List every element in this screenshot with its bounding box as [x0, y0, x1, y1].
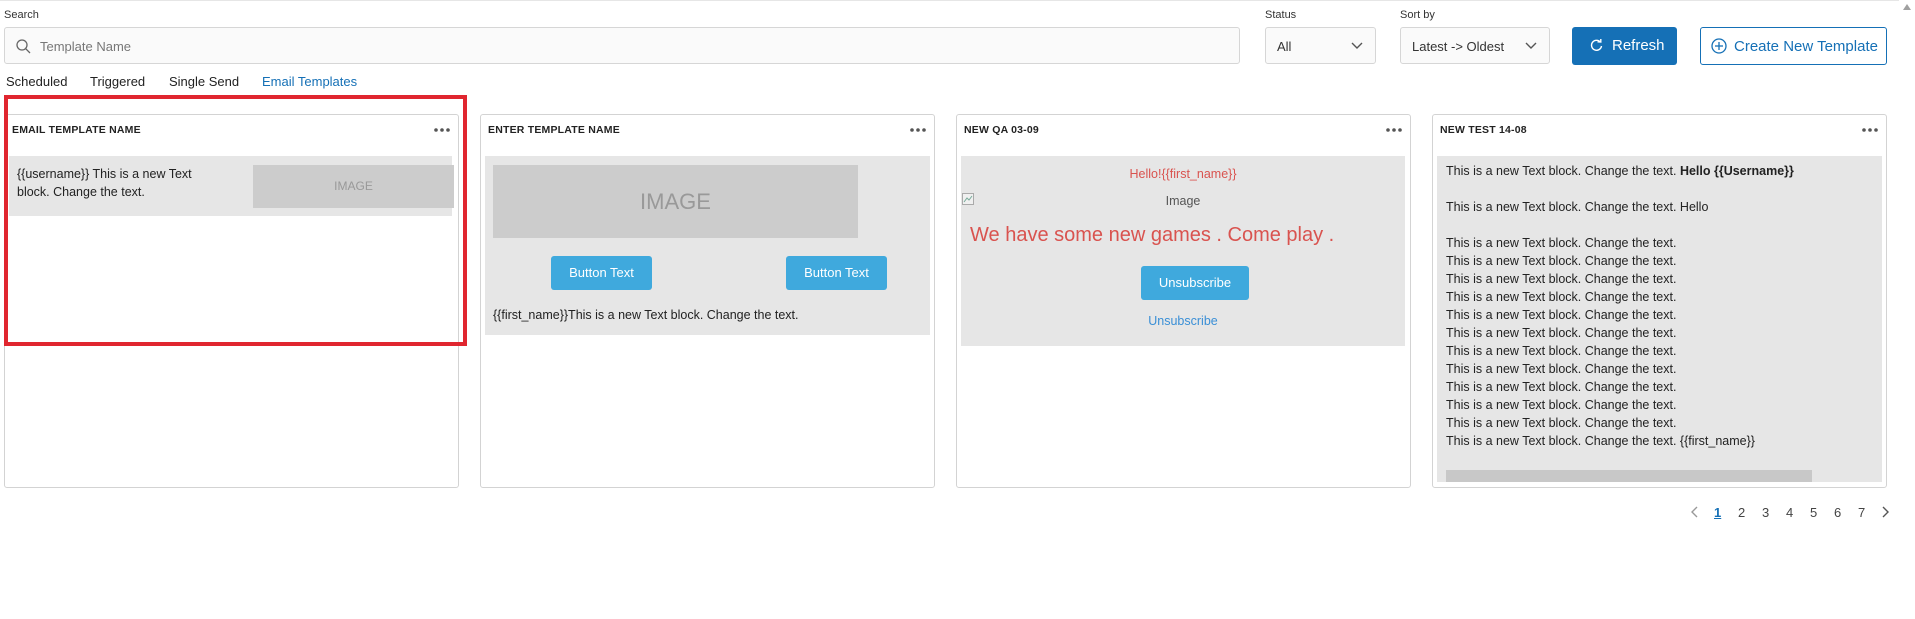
create-template-label: Create New Template — [1734, 38, 1878, 55]
preview-button: Button Text — [551, 256, 652, 290]
template-preview: Hello!{{first_name}} Image We have some … — [961, 156, 1405, 346]
horizontal-scrollbar[interactable] — [1446, 470, 1812, 482]
preview-text-line: This is a new Text block. Change the tex… — [1446, 162, 1794, 180]
selection-highlight — [4, 95, 467, 346]
search-icon — [16, 39, 31, 54]
template-preview: This is a new Text block. Change the tex… — [1437, 156, 1882, 482]
tab-scheduled[interactable]: Scheduled — [6, 74, 67, 89]
tab-single-send[interactable]: Single Send — [169, 74, 239, 89]
preview-text-line: This is a new Text block. Change the tex… — [1446, 236, 1677, 250]
refresh-icon — [1590, 39, 1603, 51]
page-2[interactable]: 2 — [1738, 505, 1745, 520]
template-card[interactable]: NEW QA 03-09 Hello!{{first_name}} Image … — [956, 114, 1411, 488]
search-label: Search — [4, 9, 39, 21]
chevron-left-icon[interactable] — [1690, 506, 1698, 518]
status-label: Status — [1265, 9, 1297, 21]
tab-triggered[interactable]: Triggered — [90, 74, 145, 89]
status-select[interactable]: All — [1265, 27, 1376, 64]
plus-circle-icon — [1711, 38, 1727, 54]
sort-label: Sort by — [1400, 9, 1435, 21]
image-placeholder: IMAGE — [493, 165, 858, 238]
template-card-title: NEW QA 03-09 — [964, 124, 1039, 136]
page-7[interactable]: 7 — [1858, 505, 1865, 520]
preview-text-line: This is a new Text block. Change the tex… — [1446, 380, 1677, 394]
template-preview: IMAGE Button Text Button Text {{first_na… — [485, 156, 930, 335]
page-6[interactable]: 6 — [1834, 505, 1841, 520]
template-card[interactable]: ENTER TEMPLATE NAME IMAGE Button Text Bu… — [480, 114, 935, 488]
preview-text-line: This is a new Text block. Change the tex… — [1446, 434, 1755, 448]
page-3[interactable]: 3 — [1762, 505, 1769, 520]
preview-text-line: This is a new Text block. Change the tex… — [1446, 416, 1677, 430]
preview-text-line: This is a new Text block. Change the tex… — [1446, 290, 1677, 304]
preview-headline: We have some new games . Come play . — [970, 224, 1335, 246]
preview-text-plain: This is a new Text block. Change the tex… — [1446, 164, 1677, 178]
refresh-button[interactable]: Refresh — [1572, 27, 1677, 65]
template-card-title: NEW TEST 14-08 — [1440, 124, 1527, 136]
search-placeholder: Template Name — [40, 39, 132, 54]
chevron-down-icon — [1525, 42, 1537, 49]
scroll-up-arrow-icon[interactable] — [1903, 4, 1911, 10]
page-5[interactable]: 5 — [1810, 505, 1817, 520]
sort-value: Latest -> Oldest — [1412, 39, 1505, 54]
preview-text-line: This is a new Text block. Change the tex… — [1446, 344, 1677, 358]
chevron-right-icon[interactable] — [1882, 506, 1890, 518]
search-input[interactable]: Template Name — [4, 27, 1240, 64]
page-1[interactable]: 1 — [1714, 505, 1721, 520]
page-4[interactable]: 4 — [1786, 505, 1793, 520]
preview-text-bold: Hello {{Username}} — [1679, 164, 1794, 178]
status-value: All — [1277, 39, 1292, 54]
template-card[interactable]: NEW TEST 14-08 This is a new Text block.… — [1432, 114, 1887, 488]
preview-text: {{first_name}}This is a new Text block. … — [493, 308, 799, 322]
preview-link: Unsubscribe — [1148, 314, 1218, 328]
top-divider — [0, 0, 1915, 1]
vertical-scrollbar[interactable] — [1899, 0, 1915, 619]
preview-text-line: This is a new Text block. Change the tex… — [1446, 308, 1677, 322]
more-options-icon[interactable] — [910, 128, 926, 132]
template-card-title: ENTER TEMPLATE NAME — [488, 124, 620, 136]
preview-text-line: This is a new Text block. Change the tex… — [1446, 254, 1677, 268]
refresh-label: Refresh — [1612, 37, 1665, 54]
sort-select[interactable]: Latest -> Oldest — [1400, 27, 1550, 64]
more-options-icon[interactable] — [1386, 128, 1402, 132]
preview-greeting: Hello!{{first_name}} — [1129, 167, 1237, 181]
preview-image-alt: Image — [1165, 194, 1201, 208]
preview-text-line: This is a new Text block. Change the tex… — [1446, 326, 1677, 340]
more-options-icon[interactable] — [1862, 128, 1878, 132]
tab-email-templates[interactable]: Email Templates — [262, 74, 357, 89]
preview-text-line: This is a new Text block. Change the tex… — [1446, 362, 1677, 376]
chevron-down-icon — [1351, 42, 1363, 49]
create-template-button[interactable]: Create New Template — [1700, 27, 1887, 65]
preview-text-line: This is a new Text block. Change the tex… — [1446, 200, 1709, 214]
preview-button: Button Text — [786, 256, 887, 290]
preview-text-line: This is a new Text block. Change the tex… — [1446, 398, 1677, 412]
preview-button: Unsubscribe — [1141, 266, 1249, 300]
preview-text-line: This is a new Text block. Change the tex… — [1446, 272, 1677, 286]
